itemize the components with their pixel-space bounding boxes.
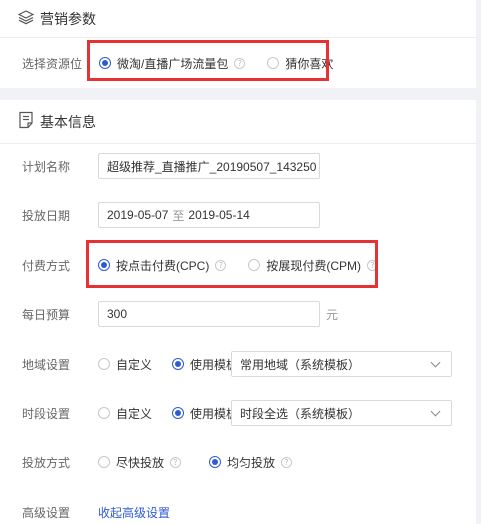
chevron-down-icon <box>430 357 441 367</box>
advanced-label: 高级设置 <box>22 505 71 520</box>
delivery-option-fast[interactable]: 尽快投放 ? <box>98 454 182 471</box>
question-circle-icon[interactable]: ? <box>281 456 293 468</box>
question-circle-icon[interactable]: ? <box>234 57 246 69</box>
resource-radio-group: 微淘/直播广场流量包 ? 猜你喜欢 <box>99 55 355 72</box>
question-circle-icon[interactable]: ? <box>170 456 182 468</box>
resource-row: 选择资源位 微淘/直播广场流量包 ? 猜你喜欢 <box>0 47 476 79</box>
document-icon <box>18 111 34 132</box>
time-row: 时段设置 自定义 使用模板 时段全选（系统模板） <box>0 397 476 429</box>
advanced-row: 高级设置 收起高级设置 <box>0 496 476 524</box>
budget-row: 每日预算 300 元 <box>0 298 476 330</box>
resource-option-weitao[interactable]: 微淘/直播广场流量包 ? <box>99 55 246 72</box>
time-label: 时段设置 <box>22 406 71 421</box>
payment-option-cpm[interactable]: 按展现付费(CPM) ? <box>248 257 379 274</box>
delivery-label: 投放方式 <box>22 455 71 470</box>
date-end: 2019-05-14 <box>188 208 250 222</box>
date-label: 投放日期 <box>22 208 71 223</box>
budget-value: 300 <box>107 307 128 321</box>
payment-row: 付费方式 按点击付费(CPC) ? 按展现付费(CPM) ? <box>0 249 476 281</box>
region-label: 地域设置 <box>22 357 71 372</box>
region-template-select[interactable]: 常用地域（系统模板） <box>231 351 452 377</box>
basic-header: 基本信息 <box>0 100 476 144</box>
resource-option-guess[interactable]: 猜你喜欢 <box>267 55 333 72</box>
radio-dot[interactable] <box>98 259 110 271</box>
radio-dot[interactable] <box>98 358 110 370</box>
date-range-picker[interactable]: 2019-05-07 至 2019-05-14 <box>98 202 320 228</box>
budget-label: 每日预算 <box>22 307 71 322</box>
radio-dot[interactable] <box>267 57 280 69</box>
time-option-custom[interactable]: 自定义 <box>98 405 152 422</box>
radio-dot[interactable] <box>98 407 110 419</box>
resource-label: 选择资源位 <box>22 56 83 71</box>
delivery-row: 投放方式 尽快投放 ? 均匀投放 ? <box>0 446 476 478</box>
time-option-template[interactable]: 使用模板 <box>172 405 238 422</box>
time-select-value: 时段全选（系统模板） <box>240 406 361 421</box>
time-template-select[interactable]: 时段全选（系统模板） <box>231 400 452 426</box>
marketing-header: 营销参数 <box>0 0 476 38</box>
resource-option-label: 微淘/直播广场流量包 <box>117 56 229 71</box>
payment-option-label: 按展现付费(CPM) <box>266 258 362 273</box>
question-circle-icon[interactable]: ? <box>367 259 379 271</box>
payment-option-label: 按点击付费(CPC) <box>116 258 210 273</box>
plan-name-row: 计划名称 超级推荐_直播推广_20190507_143250 <box>0 150 476 182</box>
layers-icon <box>17 9 35 28</box>
region-option-template[interactable]: 使用模板 <box>172 356 238 373</box>
time-custom-label: 自定义 <box>116 406 153 421</box>
payment-label: 付费方式 <box>22 258 71 273</box>
radio-dot[interactable] <box>99 57 111 69</box>
question-circle-icon[interactable]: ? <box>215 259 227 271</box>
delivery-radio-group: 尽快投放 ? 均匀投放 ? <box>98 454 314 471</box>
plan-name-label: 计划名称 <box>22 159 71 174</box>
region-radio-group: 自定义 使用模板 <box>98 356 238 373</box>
radio-dot[interactable] <box>172 407 185 419</box>
plan-name-value: 超级推荐_直播推广_20190507_143250 <box>107 159 317 174</box>
delivery-option-label: 尽快投放 <box>116 455 165 470</box>
basic-card: 基本信息 计划名称 超级推荐_直播推广_20190507_143250 投放日期… <box>0 100 476 524</box>
payment-radio-group: 按点击付费(CPC) ? 按展现付费(CPM) ? <box>98 257 400 274</box>
date-start: 2019-05-07 <box>107 208 169 222</box>
payment-option-cpc[interactable]: 按点击付费(CPC) ? <box>98 257 227 274</box>
page: 营销参数 选择资源位 微淘/直播广场流量包 ? 猜你喜欢 基本信息 计划名称 超… <box>0 0 481 524</box>
marketing-title: 营销参数 <box>40 10 96 27</box>
radio-dot[interactable] <box>98 456 110 468</box>
delivery-option-even[interactable]: 均匀投放 ? <box>209 454 293 471</box>
delivery-option-label: 均匀投放 <box>227 455 276 470</box>
collapse-advanced-link[interactable]: 收起高级设置 <box>98 504 170 521</box>
radio-dot[interactable] <box>248 259 261 271</box>
radio-dot[interactable] <box>209 456 222 468</box>
plan-name-input[interactable]: 超级推荐_直播推广_20190507_143250 <box>98 153 320 179</box>
date-row: 投放日期 2019-05-07 至 2019-05-14 <box>0 199 476 231</box>
radio-dot[interactable] <box>172 358 185 370</box>
marketing-card: 营销参数 选择资源位 微淘/直播广场流量包 ? 猜你喜欢 <box>0 0 476 88</box>
time-radio-group: 自定义 使用模板 <box>98 405 238 422</box>
region-custom-label: 自定义 <box>116 357 153 372</box>
basic-title: 基本信息 <box>40 113 96 130</box>
resource-option-label: 猜你喜欢 <box>285 56 334 71</box>
budget-input[interactable]: 300 <box>98 301 320 327</box>
date-separator: 至 <box>172 208 185 223</box>
region-option-custom[interactable]: 自定义 <box>98 356 152 373</box>
chevron-down-icon <box>430 406 441 416</box>
region-select-value: 常用地域（系统模板） <box>240 357 361 372</box>
region-row: 地域设置 自定义 使用模板 常用地域（系统模板） <box>0 348 476 380</box>
budget-unit: 元 <box>326 307 339 322</box>
